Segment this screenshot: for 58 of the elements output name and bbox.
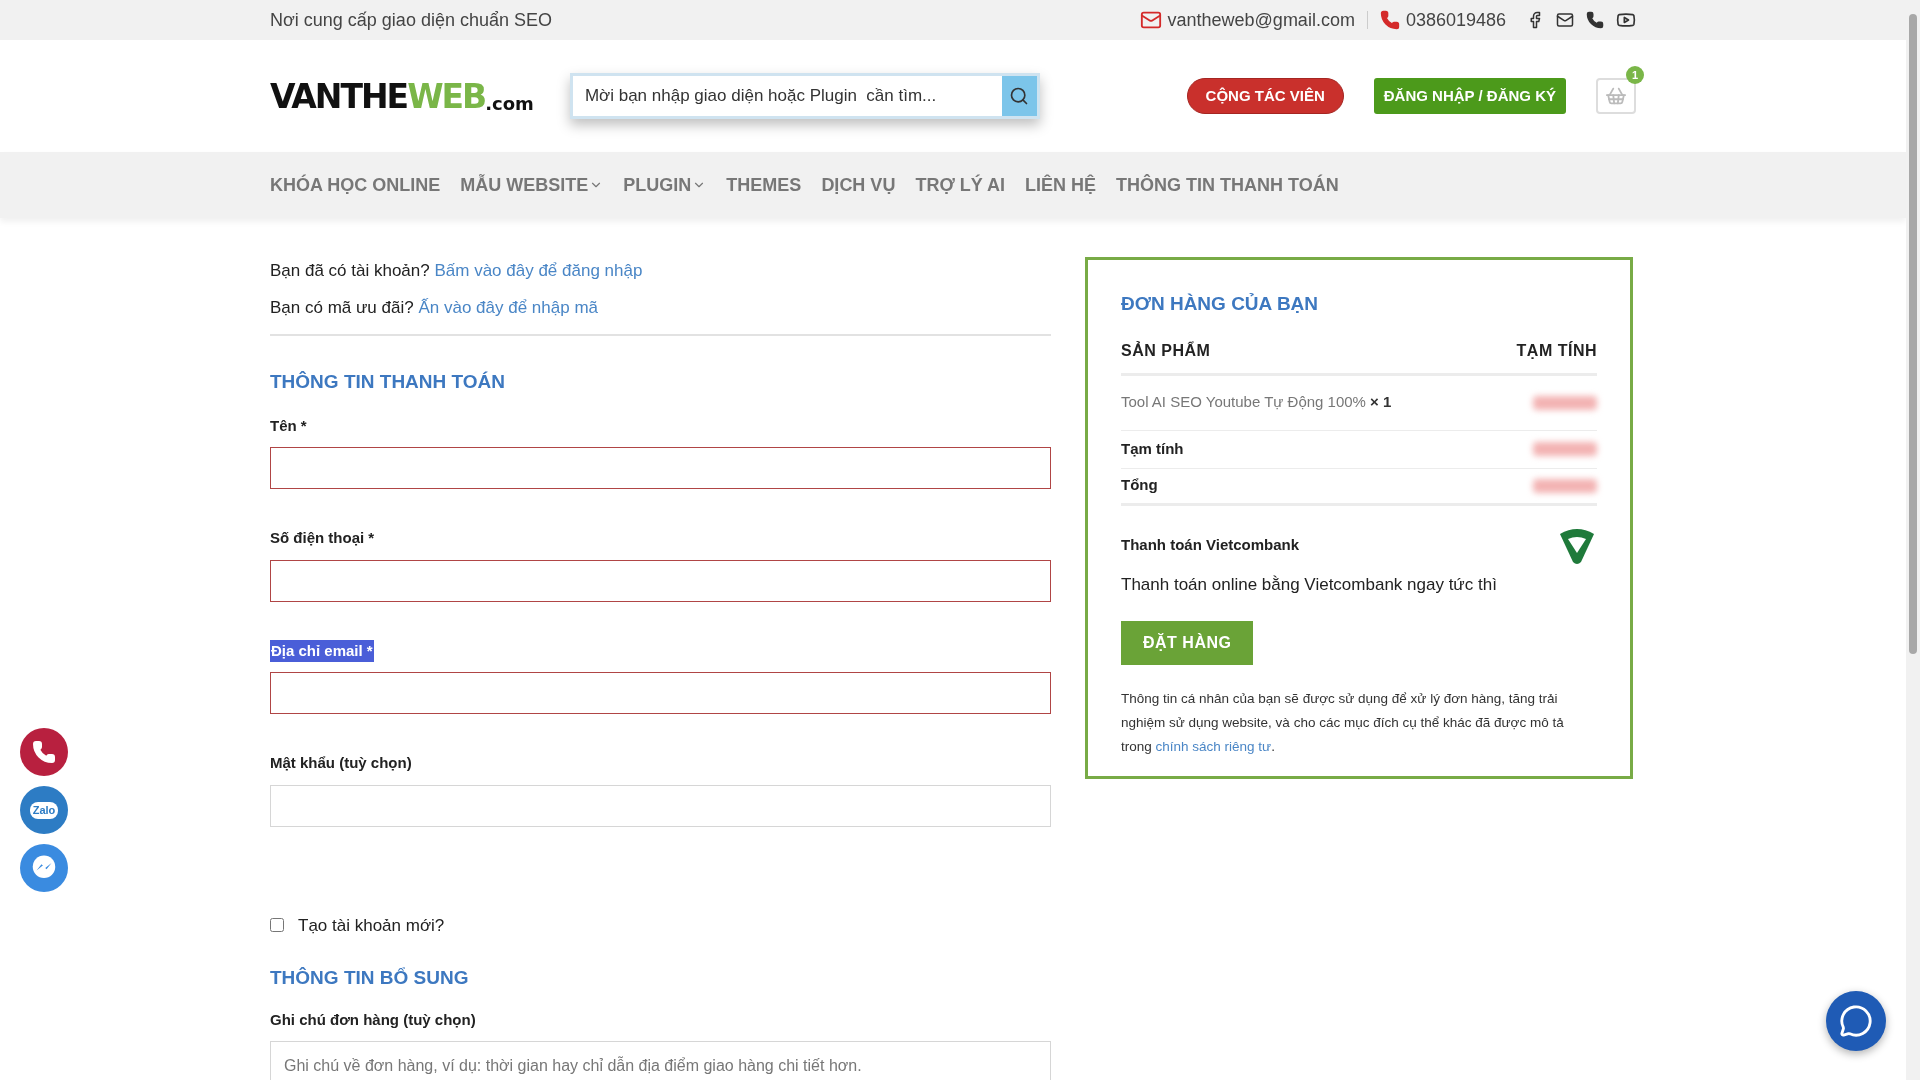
nav-item[interactable]: THÔNG TIN THANH TOÁN (1116, 171, 1339, 199)
order-title: ĐƠN HÀNG CỦA BẠN (1121, 292, 1320, 316)
collaborator-button[interactable]: CỘNG TÁC VIÊN (1186, 78, 1344, 114)
login-button[interactable]: ĐĂNG NHẬP / ĐĂNG KÝ (1373, 78, 1566, 114)
basket-icon (1605, 85, 1627, 107)
payment-description: Thanh toán online bằng Vietcombank ngay tức thì (1121, 573, 1498, 596)
privacy-text: Thông tin cá nhân của bạn sẽ được sử dụng để xử lý đơn hàng, tăng trải nghiệm sử dụng website, và cho các mục đích cụ thể khác đã được mô tả trong chính sách riêng tư. (1121, 690, 1565, 756)
nav-item[interactable]: TRỢ LÝ AI (915, 171, 1006, 199)
email-link[interactable]: vantheweb@gmail.com (1167, 6, 1355, 34)
input-field[interactable] (270, 559, 1051, 602)
place-order-button[interactable]: ĐẶT HÀNG (1121, 621, 1254, 665)
column-header: TẠM TÍNH (1516, 340, 1597, 361)
note-field[interactable]: Ghi chú về đơn hàng, ví dụ: thời gian hay chỉ dẫn địa điểm giao hàng chi tiết hơn. (270, 1041, 1051, 1080)
section-title: THÔNG TIN BỔ SUNG (270, 966, 470, 990)
product-name: Tool AI SEO Youtube Tự Động 100% × 1 (1121, 392, 1392, 413)
logo[interactable]: VANTHEWEB.com (270, 79, 534, 113)
section-title: THÔNG TIN THANH TOÁN (270, 370, 507, 394)
total-label: Tổng (1121, 475, 1158, 496)
phone-icon (1379, 10, 1400, 30)
blurred-price (1533, 442, 1597, 456)
cart-count-badge: 1 (1626, 66, 1644, 84)
scrollbar[interactable] (1906, 0, 1920, 1080)
field-label: Ghi chú đơn hàng (tuỳ chọn) (270, 1009, 477, 1030)
notice-link[interactable]: Ấn vào đây để nhập mã (418, 298, 598, 317)
notice-link[interactable]: Bấm vào đây để đăng nhập (434, 261, 643, 280)
field-label: Mật khẩu (tuỳ chọn) (270, 753, 412, 773)
payment-method: Thanh toán Vietcombank (1121, 535, 1300, 556)
mail-icon (1139, 9, 1162, 31)
tagline: Nơi cung cấp giao diện chuẩn SEO (270, 8, 552, 32)
blurred-price (1533, 395, 1597, 410)
phone-link[interactable]: 0386019486 (1405, 6, 1506, 34)
nav-item[interactable]: PLUGIN (623, 171, 707, 199)
column-header: SẢN PHẨM (1121, 340, 1211, 361)
notice-text: Bạn có mã ưu đãi? Ấn vào đây để nhập mã (270, 297, 599, 319)
messenger-icon[interactable] (20, 844, 68, 892)
mail-icon[interactable] (1556, 11, 1574, 29)
field-label: Số điện thoại * (270, 528, 375, 548)
nav-item[interactable]: DỊCH VỤ (821, 171, 896, 199)
blurred-price (1533, 478, 1597, 493)
checkbox-label: Tạo tài khoản mới? (298, 914, 445, 937)
chat-icon (1839, 1004, 1873, 1038)
privacy-link[interactable]: chính sách riêng tư (1155, 739, 1272, 754)
total-label: Tạm tính (1121, 438, 1184, 459)
notice-text: Bạn đã có tài khoản? Bấm vào đây để đăng nhập (270, 260, 644, 282)
field-label: Tên * (270, 415, 307, 436)
chat-contact-icon[interactable]: Zalo (20, 786, 68, 834)
chat-button[interactable] (1826, 991, 1886, 1051)
input-field[interactable] (270, 447, 1051, 489)
phone-icon[interactable] (1586, 11, 1604, 29)
field-label: Địa chỉ email * (270, 639, 374, 662)
nav-item[interactable]: MẪU WEBSITE (460, 171, 604, 199)
video-icon[interactable] (1616, 10, 1636, 30)
input-field[interactable] (270, 672, 1051, 714)
nav-item[interactable]: THEMES (726, 171, 802, 199)
nav-item[interactable]: LIÊN HỆ (1025, 171, 1097, 199)
checkbox[interactable] (270, 918, 284, 933)
nav-item[interactable]: KHÓA HỌC ONLINE (270, 171, 441, 199)
phone-contact-icon[interactable] (20, 728, 68, 776)
